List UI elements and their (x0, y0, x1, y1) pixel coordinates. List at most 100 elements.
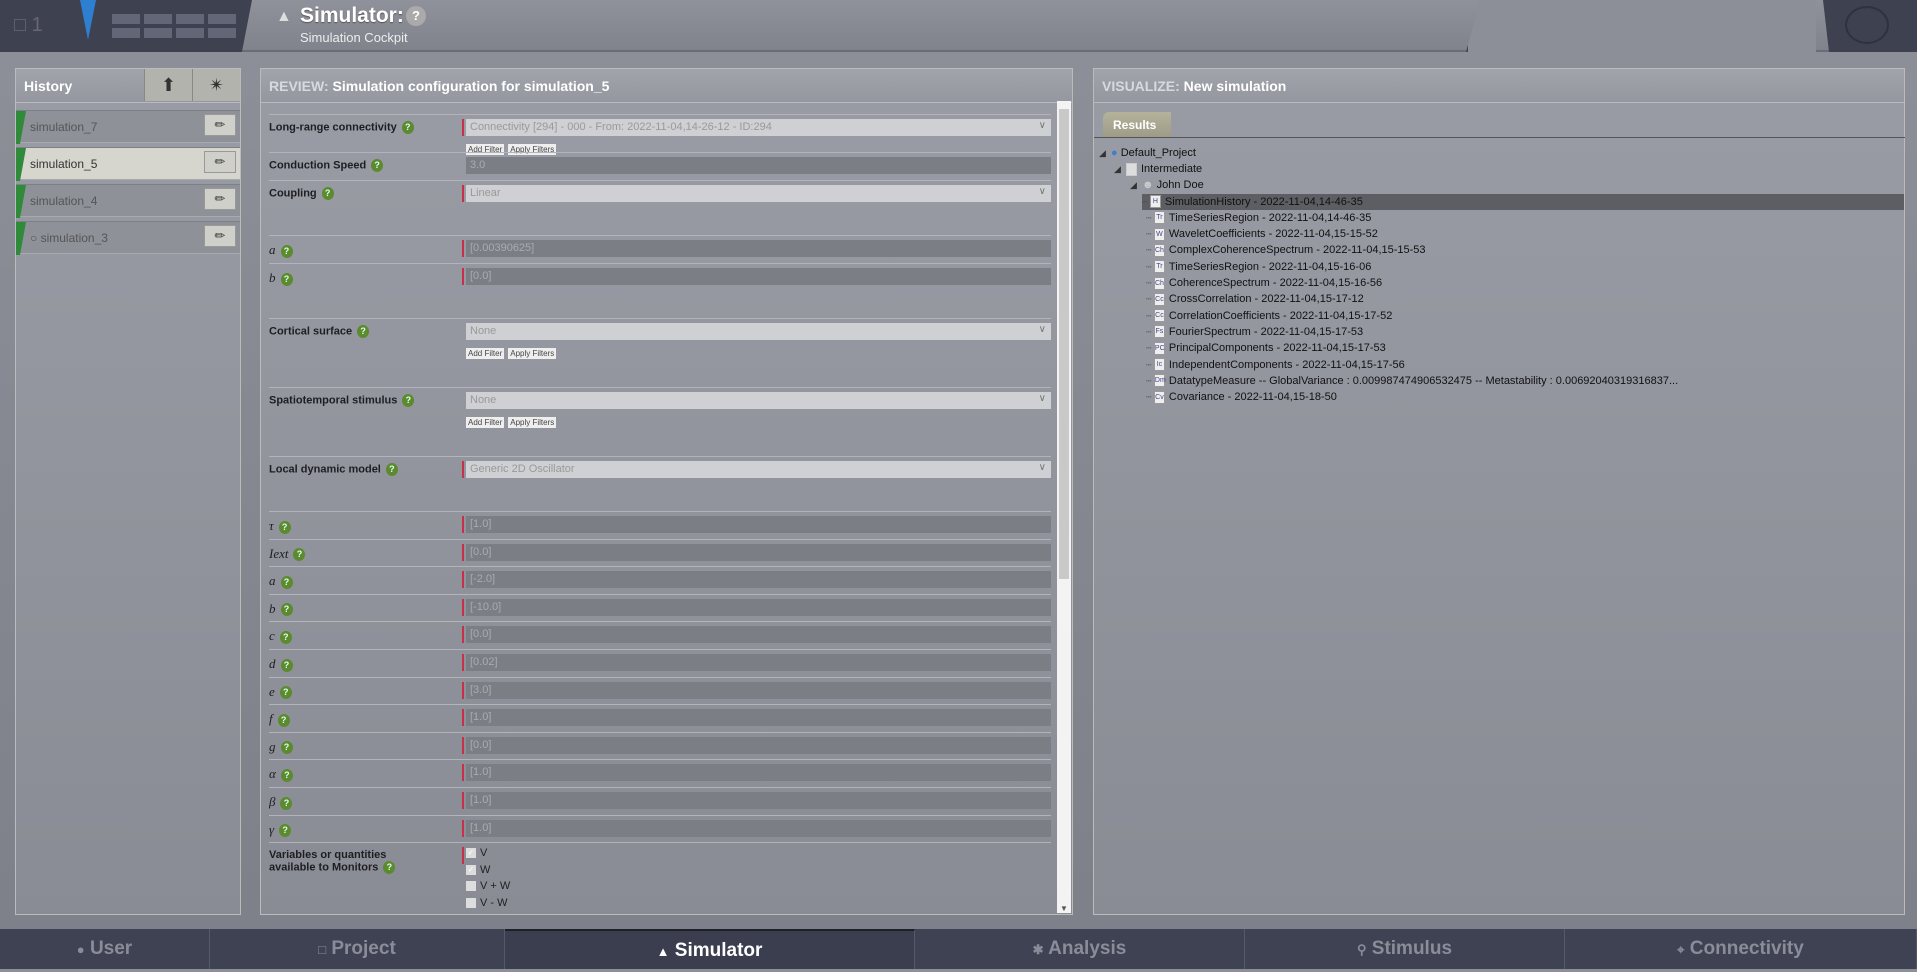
help-icon[interactable]: ? (406, 6, 426, 26)
grid-menu-icon[interactable] (112, 14, 236, 38)
model-param-input[interactable]: [0.02] (466, 654, 1051, 671)
apply-filters-button[interactable]: Apply Filters (508, 348, 557, 359)
help-icon[interactable]: ? (280, 796, 293, 810)
help-icon[interactable]: ? (280, 244, 293, 258)
model-param-input[interactable]: [0.0] (466, 736, 1051, 754)
edit-button[interactable]: ✏ (204, 114, 236, 136)
collapse-icon[interactable]: ◢ (1130, 177, 1142, 193)
model-param-input[interactable]: [1.0] (466, 709, 1051, 727)
model-param-input[interactable]: [0.0] (466, 543, 1051, 561)
help-icon[interactable]: ? (279, 630, 292, 644)
history-item[interactable]: simulation_4 ✏ (16, 184, 240, 218)
tree-node-datatype[interactable]: ┄ W WaveletCoefficients - 2022-11-04,15-1… (1146, 226, 1378, 242)
help-icon[interactable]: ? (383, 861, 396, 875)
upload-button[interactable]: ⬆ (144, 69, 192, 101)
monitor-variable-checkbox[interactable]: V - W (466, 897, 508, 909)
project-count[interactable]: □ 1 (14, 14, 43, 37)
model-param-input[interactable]: [1.0] (466, 516, 1051, 533)
tree-node-datatype[interactable]: ┄ Ch ComplexCoherenceSpectrum - 2022-11-0… (1146, 242, 1426, 258)
model-param-input[interactable]: [-10.0] (466, 598, 1051, 616)
model-param-input[interactable]: [1.0] (466, 792, 1051, 809)
checkbox-icon[interactable]: ✓ (466, 848, 476, 859)
new-simulation-button[interactable]: ✴ (192, 69, 240, 101)
coupling-param-a-input[interactable]: [0.00390625] (466, 240, 1051, 257)
conduction-speed-input[interactable]: 3.0 (466, 157, 1051, 174)
collapse-icon[interactable]: ◢ (1099, 145, 1111, 161)
help-icon[interactable]: ? (280, 575, 293, 589)
model-param-input[interactable]: [3.0] (466, 681, 1051, 699)
help-icon[interactable]: ? (357, 325, 370, 338)
tree-node-datatype[interactable]: ┄ Cc CrossCorrelation - 2022-11-04,15-17-… (1146, 291, 1364, 307)
monitor-variable-checkbox[interactable]: ✓ W (466, 864, 490, 876)
edit-button[interactable]: ✏ (204, 225, 236, 247)
help-icon[interactable]: ? (280, 658, 293, 672)
tree-node-project[interactable]: ◢ ● Default_Project (1099, 145, 1196, 161)
scrollbar-thumb[interactable] (1059, 109, 1069, 579)
help-icon[interactable]: ? (402, 394, 415, 407)
history-item[interactable]: simulation_7 ✏ (16, 110, 240, 144)
tree-node-user[interactable]: ◢ ☻ John Doe (1130, 177, 1204, 193)
scroll-down-icon[interactable]: ▼ (1060, 904, 1068, 913)
tree-node-folder[interactable]: ◢ Intermediate (1114, 161, 1202, 177)
tree-node-datatype[interactable]: ┄ Fs FourierSpectrum - 2022-11-04,15-17-5… (1146, 324, 1363, 340)
history-item[interactable]: simulation_5 ✏ (16, 147, 240, 181)
tab-results[interactable]: Results (1103, 112, 1171, 137)
cortical-surface-select[interactable]: None ∨ (466, 323, 1051, 340)
local-dynamic-model-select[interactable]: Generic 2D Oscillator ∨ (466, 461, 1051, 478)
model-param-input[interactable]: [1.0] (466, 764, 1051, 782)
connectivity-select[interactable]: Connectivity [294] - 000 - From: 2022-11… (466, 119, 1051, 136)
tree-node-datatype[interactable]: ┄ Cv Covariance - 2022-11-04,15-18-50 (1146, 389, 1337, 405)
monitor-variable-checkbox[interactable]: V + W (466, 880, 510, 892)
tree-node-datatype[interactable]: ┄ Tr TimeSeriesRegion - 2022-11-04,14-46-… (1146, 210, 1371, 226)
help-icon[interactable]: ? (280, 741, 293, 755)
tree-node-datatype[interactable]: ┄ Ic IndependentComponents - 2022-11-04,1… (1146, 357, 1405, 373)
tree-node-datatype[interactable]: ┄ Ch CoherenceSpectrum - 2022-11-04,15-16… (1146, 275, 1382, 291)
nav-tab-connectivity[interactable]: ⌖ Connectivity (1565, 929, 1917, 969)
nav-tab-project[interactable]: □ Project (210, 929, 505, 969)
help-icon[interactable]: ? (279, 824, 292, 838)
checkbox-icon[interactable] (466, 881, 476, 892)
coupling-param-b-input[interactable]: [0.0] (466, 268, 1051, 285)
model-param-input[interactable]: [0.0] (466, 626, 1051, 644)
model-param: c? [0.0] (269, 621, 1051, 649)
help-icon[interactable]: ? (401, 121, 414, 134)
help-icon[interactable]: ? (280, 272, 293, 286)
local-dynamic-model: Local dynamic model? Generic 2D Oscillato… (269, 456, 1051, 511)
add-filter-button[interactable]: Add Filter (466, 348, 505, 359)
help-icon[interactable]: ? (293, 548, 306, 562)
nav-tab-user[interactable]: ● User (0, 929, 210, 969)
apply-filters-button[interactable]: Apply Filters (508, 417, 557, 428)
checkbox-icon[interactable]: ✓ (466, 864, 476, 875)
collapse-icon[interactable]: ◢ (1114, 161, 1126, 177)
model-param: f? [1.0] (269, 704, 1051, 732)
help-icon[interactable]: ? (278, 520, 291, 534)
nav-tab-stimulus[interactable]: ⚲ Stimulus (1245, 929, 1565, 969)
tree-node-datatype[interactable]: ┄ Cc CorrelationCoefficients - 2022-11-04… (1146, 308, 1392, 324)
add-filter-button[interactable]: Add Filter (466, 417, 505, 428)
tree-node-label: John Doe (1156, 179, 1204, 191)
nav-tab-simulator[interactable]: ▲ Simulator (505, 929, 915, 969)
monitor-variable-checkbox[interactable]: ✓ V (466, 847, 487, 859)
edit-button[interactable]: ✏ (204, 188, 236, 210)
tree-node-datatype[interactable]: ┄ Tr TimeSeriesRegion - 2022-11-04,15-16-… (1146, 259, 1371, 275)
spatiotemporal-stimulus-select[interactable]: None ∨ (466, 392, 1051, 409)
help-icon[interactable]: ? (277, 713, 290, 727)
tree-node-datatype[interactable]: ┄ H SimulationHistory - 2022-11-04,14-46-… (1142, 193, 1904, 210)
help-icon[interactable]: ? (280, 603, 293, 617)
nav-tab-analysis[interactable]: ✱ Analysis (915, 929, 1245, 969)
field-label-text: Coupling (269, 187, 317, 200)
scrollbar[interactable]: ▼ (1057, 101, 1071, 913)
history-item[interactable]: ○ simulation_3 ✏ (16, 221, 240, 255)
tree-node-datatype[interactable]: ┄ PC PrincipalComponents - 2022-11-04,15-… (1146, 340, 1386, 356)
tree-node-datatype[interactable]: ┄ Dm DatatypeMeasure -- GlobalVariance : … (1146, 373, 1678, 389)
help-icon[interactable]: ? (321, 187, 334, 200)
coupling-select[interactable]: Linear ∨ (466, 185, 1051, 202)
edit-button[interactable]: ✏ (204, 151, 236, 173)
help-icon[interactable]: ? (371, 159, 384, 172)
help-icon[interactable]: ? (385, 463, 398, 476)
help-icon[interactable]: ? (279, 686, 292, 700)
help-icon[interactable]: ? (280, 768, 293, 782)
model-param-input[interactable]: [-2.0] (466, 571, 1051, 589)
checkbox-icon[interactable] (466, 897, 476, 908)
model-param-input[interactable]: [1.0] (466, 819, 1051, 837)
